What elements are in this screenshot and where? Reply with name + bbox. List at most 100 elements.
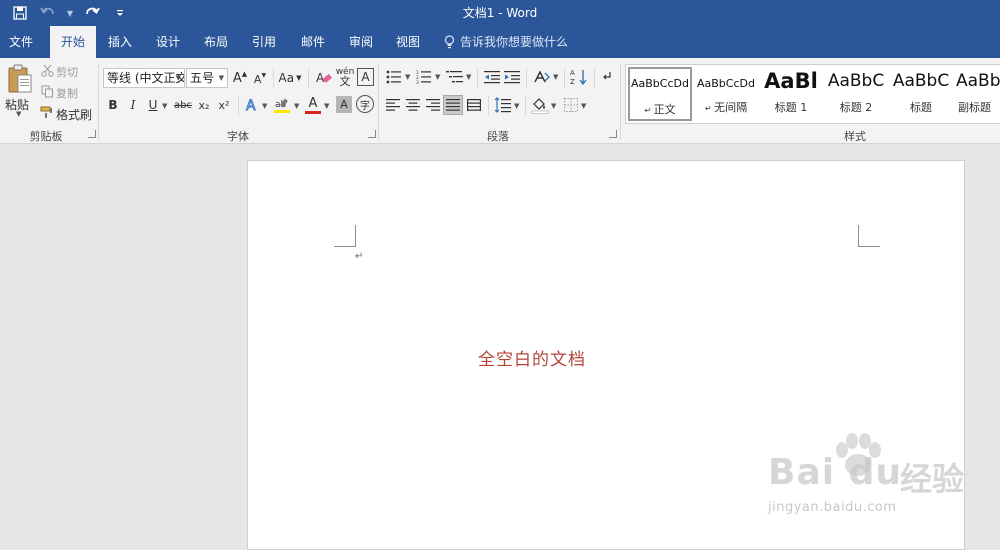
highlight-button[interactable]: ab (272, 95, 292, 115)
paste-button[interactable] (5, 63, 35, 95)
phonetic-guide-button[interactable]: wén 文 (335, 66, 355, 88)
cut-button[interactable]: 剪切 (56, 64, 78, 80)
paragraph-launcher-icon[interactable] (609, 130, 617, 138)
document-area: ↵ 全空白的文档 Bai du 经验 jingyan.baidu.com (0, 144, 1000, 550)
numbering-icon: 123 (416, 70, 431, 84)
tab-file[interactable]: 文件 (0, 26, 42, 58)
numbering-button[interactable]: 123 (414, 68, 434, 86)
style-heading-2[interactable]: AaBbC 标题 2 (824, 67, 888, 121)
style-title[interactable]: AaBbC 标题 (889, 67, 953, 121)
style-subtitle[interactable]: AaBb 副标题 (954, 67, 1000, 121)
tab-layout[interactable]: 布局 (196, 26, 236, 58)
clear-formatting-button[interactable]: A (313, 68, 333, 88)
bullets-dropdown-icon[interactable]: ▼ (405, 73, 410, 81)
align-center-icon (406, 99, 420, 111)
justify-icon (446, 99, 460, 111)
enclose-characters-button[interactable]: 字 (356, 95, 374, 113)
show-formatting-marks-button[interactable] (599, 68, 615, 86)
window-title: 文档1 - Word (462, 6, 538, 20)
format-painter-button[interactable]: 格式刷 (56, 106, 92, 123)
bullets-button[interactable] (384, 68, 404, 86)
italic-button[interactable]: I (126, 96, 140, 114)
change-case-button[interactable]: Aa ▼ (277, 69, 303, 87)
multilevel-list-icon (446, 71, 463, 83)
sort-button[interactable]: AZ (569, 67, 589, 87)
justify-button[interactable] (443, 95, 463, 115)
tell-me-box[interactable]: 告诉我你想要做什么 (444, 26, 568, 58)
style-heading-1[interactable]: AaBl 标题 1 (759, 67, 823, 121)
clipboard-group-label: 剪贴板 (29, 130, 63, 143)
character-border-button[interactable]: A (357, 68, 374, 86)
character-border-icon: A (361, 70, 370, 84)
distributed-button[interactable] (465, 96, 483, 114)
tab-mailings[interactable]: 邮件 (293, 26, 333, 58)
style-preview: AaBb (956, 71, 1000, 91)
font-size-select[interactable]: 五号 ▼ (186, 68, 228, 88)
font-color-dropdown-icon[interactable]: ▼ (324, 102, 329, 110)
tab-design[interactable]: 设计 (148, 26, 188, 58)
align-center-button[interactable] (404, 96, 422, 114)
numbering-dropdown-icon[interactable]: ▼ (435, 73, 440, 81)
underline-button[interactable]: U (146, 96, 160, 114)
line-spacing-button[interactable] (493, 95, 513, 115)
watermark-jingyan: 经验 (900, 460, 965, 498)
subscript-button[interactable]: x₂ (196, 96, 212, 114)
font-color-button[interactable]: A (304, 95, 322, 115)
align-right-icon (426, 99, 440, 111)
text-effects-dropdown-icon[interactable]: ▼ (262, 102, 267, 110)
tab-references[interactable]: 引用 (244, 26, 284, 58)
paste-dropdown-icon[interactable]: ▼ (16, 110, 21, 118)
align-right-button[interactable] (424, 96, 442, 114)
tab-home[interactable]: 开始 (50, 26, 96, 58)
style-name: ↵ 无间隔 (704, 101, 748, 114)
text-effects-button[interactable]: A (244, 95, 262, 115)
clipboard-launcher-icon[interactable] (88, 130, 96, 138)
copy-button[interactable]: 复制 (56, 85, 78, 101)
underline-dropdown-icon[interactable]: ▼ (162, 102, 167, 110)
text-effects-icon: A (246, 98, 257, 114)
font-launcher-icon[interactable] (368, 130, 376, 138)
margin-corner-top-right (858, 225, 880, 247)
tab-insert[interactable]: 插入 (100, 26, 140, 58)
borders-button[interactable] (562, 95, 580, 115)
style-preview: AaBbCcDd (697, 77, 755, 90)
scissors-icon[interactable] (40, 63, 54, 77)
shading-dropdown-icon[interactable]: ▼ (551, 102, 556, 110)
grow-font-button[interactable]: A ▲ (232, 69, 248, 87)
svg-text:A: A (570, 69, 575, 77)
svg-text:A: A (316, 71, 325, 85)
highlighter-icon: ab (274, 98, 290, 113)
style-no-spacing[interactable]: AaBbCcDd ↵ 无间隔 (694, 67, 758, 121)
shading-button[interactable] (530, 95, 550, 115)
shrink-font-button[interactable]: A ▼ (252, 70, 268, 88)
strikethrough-button[interactable]: abc (173, 96, 193, 114)
copy-icon[interactable] (40, 84, 54, 98)
increase-indent-button[interactable] (503, 68, 521, 86)
style-normal[interactable]: AaBbCcDd ↵ 正文 (628, 67, 692, 121)
style-preview: AaBbC (827, 71, 885, 91)
line-spacing-icon (494, 97, 511, 113)
svg-text:A: A (246, 98, 256, 113)
asian-layout-button[interactable] (531, 68, 553, 86)
chevron-down-icon: ▼ (175, 74, 181, 82)
line-spacing-dropdown-icon[interactable]: ▼ (514, 102, 519, 110)
tell-me-placeholder: 告诉我你想要做什么 (460, 35, 569, 49)
sort-icon: AZ (570, 69, 587, 86)
decrease-indent-button[interactable] (483, 68, 501, 86)
format-painter-icon[interactable] (40, 105, 54, 119)
tab-view[interactable]: 视图 (388, 26, 428, 58)
multilevel-list-button[interactable] (444, 68, 466, 86)
tab-review[interactable]: 审阅 (341, 26, 381, 58)
character-shading-button[interactable]: A (336, 96, 352, 113)
superscript-button[interactable]: x² (216, 96, 232, 114)
font-name-select[interactable]: 等线 (中文正文) ▼ (103, 68, 185, 88)
borders-dropdown-icon[interactable]: ▼ (581, 102, 586, 110)
separator (620, 64, 621, 140)
ribbon-tab-bar: 文件 开始 插入 设计 布局 引用 邮件 审阅 视图 告诉我你想要做什么 (0, 26, 1000, 58)
asian-layout-dropdown-icon[interactable]: ▼ (553, 73, 558, 81)
document-body-text[interactable]: 全空白的文档 (478, 345, 586, 370)
align-left-button[interactable] (384, 96, 402, 114)
multilevel-dropdown-icon[interactable]: ▼ (466, 73, 471, 81)
bold-button[interactable]: B (106, 96, 120, 114)
highlight-dropdown-icon[interactable]: ▼ (294, 102, 299, 110)
